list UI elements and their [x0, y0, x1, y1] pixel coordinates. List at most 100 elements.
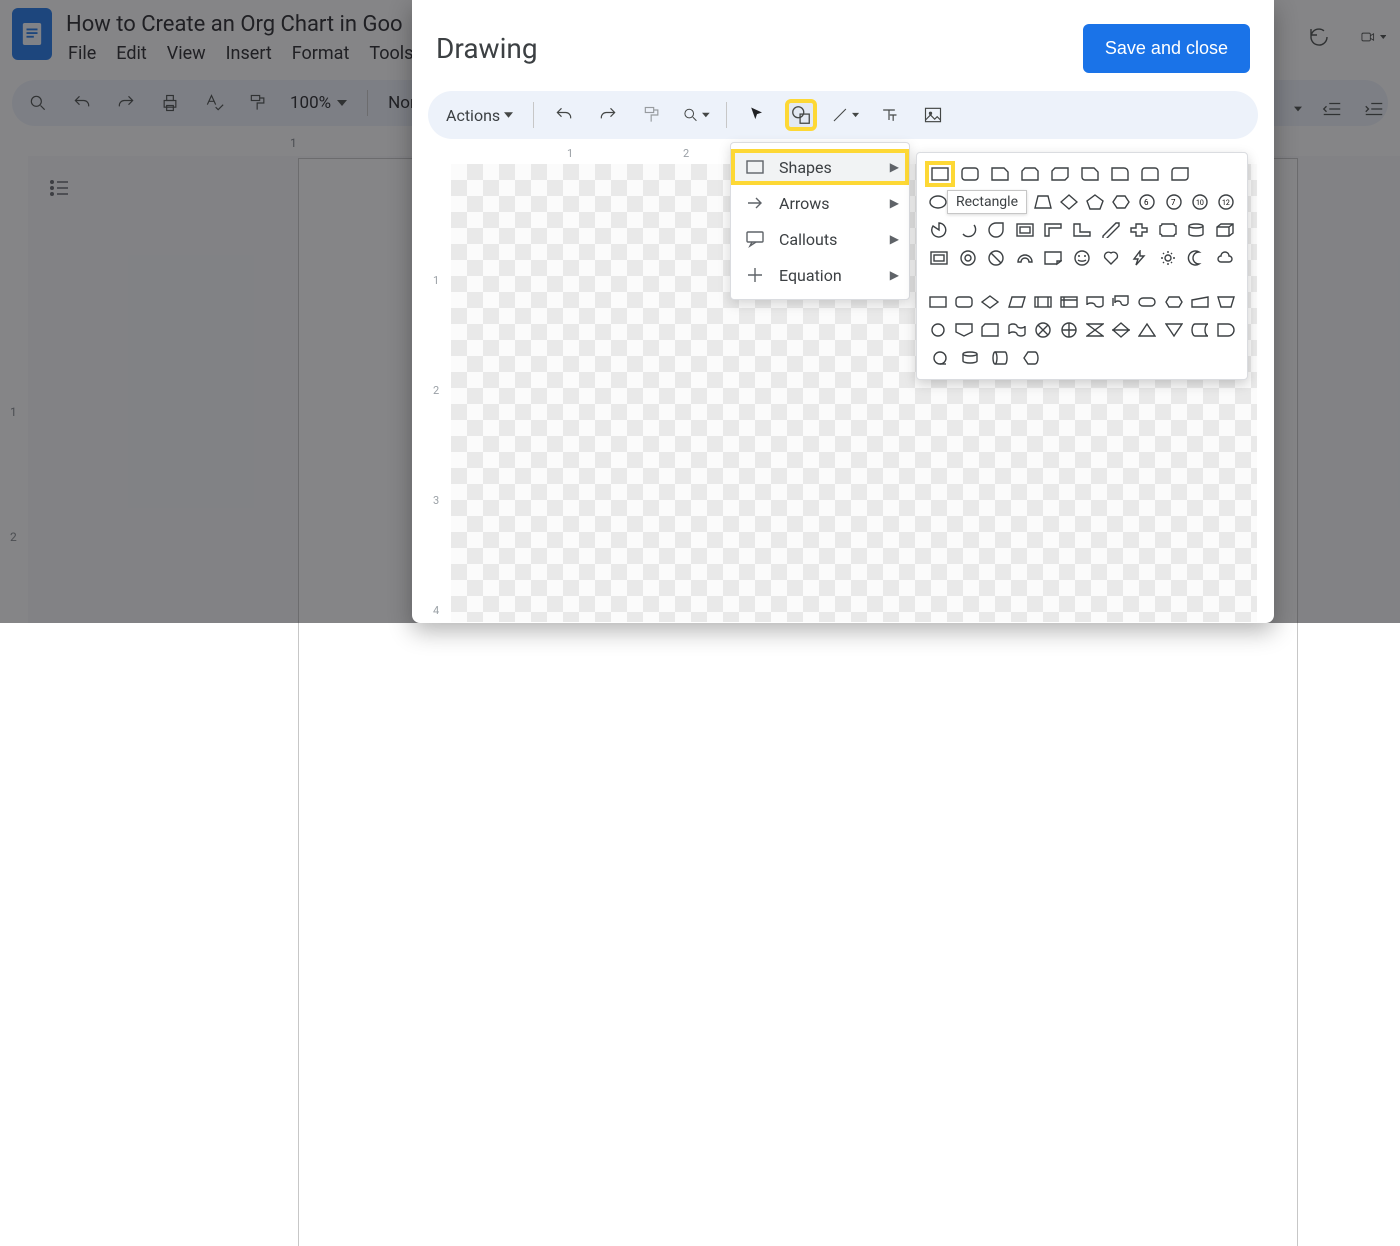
- shape-extract[interactable]: [1136, 319, 1158, 341]
- shape-ellipse[interactable]: [927, 191, 949, 213]
- shape-bevel[interactable]: [927, 247, 952, 269]
- menu-item-label: Arrows: [779, 194, 830, 213]
- chevron-right-icon: ▶: [890, 196, 899, 210]
- undo-icon[interactable]: [550, 101, 578, 129]
- shape-multidocument[interactable]: [1110, 291, 1132, 313]
- shape-trapezoid[interactable]: [1032, 191, 1054, 213]
- shape-display[interactable]: [1017, 347, 1043, 369]
- menu-item-arrows[interactable]: Arrows ▶: [731, 185, 909, 221]
- shape-seq-access[interactable]: [927, 347, 953, 369]
- shape-plaque[interactable]: [1155, 219, 1180, 241]
- shape-connector[interactable]: [927, 319, 949, 341]
- shape-heptagon[interactable]: 6: [1136, 191, 1158, 213]
- shape-magnetic-disk[interactable]: [957, 347, 983, 369]
- chevron-right-icon: ▶: [890, 232, 899, 246]
- shape-snip-diag[interactable]: [1047, 163, 1073, 185]
- shape-snip-round[interactable]: [1077, 163, 1103, 185]
- line-tool-icon[interactable]: [831, 101, 859, 129]
- svg-text:7: 7: [1171, 198, 1176, 207]
- shape-round-single[interactable]: [1107, 163, 1133, 185]
- chevron-down-icon: [504, 112, 513, 118]
- shape-process[interactable]: [927, 291, 949, 313]
- shape-document[interactable]: [1084, 291, 1106, 313]
- shape-rectangle[interactable]: [927, 163, 953, 185]
- shapes-gallery: 6 7 10 12: [916, 152, 1248, 380]
- shape-card[interactable]: [979, 319, 1001, 341]
- menu-item-equation[interactable]: Equation ▶: [731, 257, 909, 293]
- shape-offpage[interactable]: [953, 319, 975, 341]
- shape-cloud[interactable]: [1212, 247, 1237, 269]
- menu-item-callouts[interactable]: Callouts ▶: [731, 221, 909, 257]
- shape-merge[interactable]: [1163, 319, 1185, 341]
- shape-cube[interactable]: [1212, 219, 1237, 241]
- image-tool-icon[interactable]: [919, 101, 947, 129]
- chevron-down-icon: [852, 112, 859, 118]
- shape-manual-operation[interactable]: [1215, 291, 1237, 313]
- actions-menu[interactable]: Actions: [442, 102, 517, 129]
- shape-cross[interactable]: [1127, 219, 1152, 241]
- shape-can[interactable]: [1184, 219, 1209, 241]
- drawing-ruler-vertical: 1 2 3 4: [429, 164, 451, 622]
- shape-heart[interactable]: [1098, 247, 1123, 269]
- shape-block-arc[interactable]: [1013, 247, 1038, 269]
- shape-chord[interactable]: [956, 219, 981, 241]
- textbox-tool-icon[interactable]: [875, 101, 903, 129]
- shape-lightning[interactable]: [1127, 247, 1152, 269]
- redo-icon[interactable]: [594, 101, 622, 129]
- shape-diag-stripe[interactable]: [1098, 219, 1123, 241]
- zoom-icon[interactable]: [682, 101, 710, 129]
- shape-half-frame[interactable]: [1041, 219, 1066, 241]
- shape-tool-icon[interactable]: [787, 101, 815, 129]
- shape-smiley[interactable]: [1070, 247, 1095, 269]
- shape-round-same[interactable]: [1137, 163, 1163, 185]
- shape-collate[interactable]: [1084, 319, 1106, 341]
- shape-decision[interactable]: [979, 291, 1001, 313]
- shape-hexagon[interactable]: [1110, 191, 1132, 213]
- select-tool-icon[interactable]: [743, 101, 771, 129]
- menu-item-label: Shapes: [779, 158, 832, 177]
- shape-category-menu: Shapes ▶ Arrows ▶ Callouts ▶ Equation ▶: [730, 142, 910, 300]
- shape-decagon[interactable]: 10: [1189, 191, 1211, 213]
- shape-alt-process[interactable]: [953, 291, 975, 313]
- shape-stored-data[interactable]: [1189, 319, 1211, 341]
- svg-text:10: 10: [1196, 199, 1204, 207]
- shape-frame[interactable]: [1013, 219, 1038, 241]
- shape-punched-tape[interactable]: [1006, 319, 1028, 341]
- shape-sun[interactable]: [1155, 247, 1180, 269]
- shape-diamond[interactable]: [1058, 191, 1080, 213]
- arrow-icon: [745, 193, 765, 213]
- drawing-toolbar: Actions: [428, 91, 1258, 139]
- shape-dodecagon[interactable]: 12: [1215, 191, 1237, 213]
- shape-folded-corner[interactable]: [1041, 247, 1066, 269]
- shape-sort[interactable]: [1110, 319, 1132, 341]
- svg-text:6: 6: [1144, 198, 1149, 207]
- shape-donut[interactable]: [956, 247, 981, 269]
- shape-moon[interactable]: [1184, 247, 1209, 269]
- paint-format-icon[interactable]: [638, 101, 666, 129]
- shape-octagon[interactable]: 7: [1163, 191, 1185, 213]
- shape-manual-input[interactable]: [1189, 291, 1211, 313]
- chevron-right-icon: ▶: [890, 160, 899, 174]
- shape-direct-access[interactable]: [987, 347, 1013, 369]
- shape-delay[interactable]: [1215, 319, 1237, 341]
- shape-l-shape[interactable]: [1070, 219, 1095, 241]
- shape-snip-same[interactable]: [1017, 163, 1043, 185]
- shape-predefined[interactable]: [1032, 291, 1054, 313]
- shape-pentagon[interactable]: [1084, 191, 1106, 213]
- menu-item-shapes[interactable]: Shapes ▶: [731, 149, 909, 185]
- shape-rounded-rectangle[interactable]: [957, 163, 983, 185]
- shape-snip-single[interactable]: [987, 163, 1013, 185]
- shape-pie[interactable]: [927, 219, 952, 241]
- save-and-close-button[interactable]: Save and close: [1083, 24, 1250, 73]
- shape-no-symbol[interactable]: [984, 247, 1009, 269]
- shape-teardrop[interactable]: [984, 219, 1009, 241]
- shape-round-diag[interactable]: [1167, 163, 1193, 185]
- menu-item-label: Equation: [779, 266, 842, 285]
- shape-summing[interactable]: [1032, 319, 1054, 341]
- shape-internal-storage[interactable]: [1058, 291, 1080, 313]
- shape-terminator[interactable]: [1136, 291, 1158, 313]
- shape-data[interactable]: [1006, 291, 1028, 313]
- shape-preparation[interactable]: [1163, 291, 1185, 313]
- rect-icon: [745, 157, 765, 177]
- shape-or[interactable]: [1058, 319, 1080, 341]
